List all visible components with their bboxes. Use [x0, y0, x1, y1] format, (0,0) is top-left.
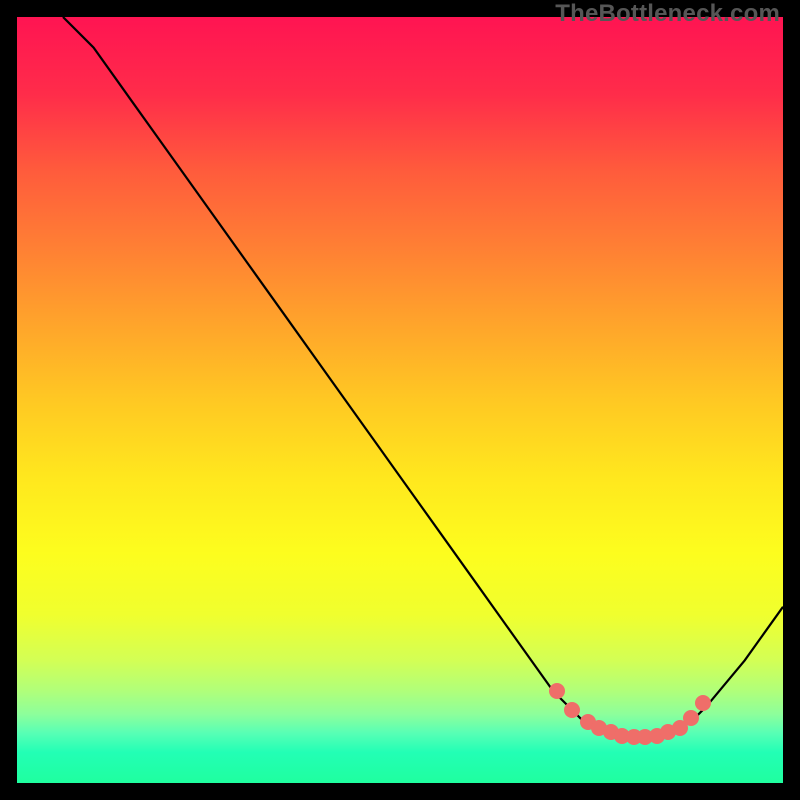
- curve-dot: [564, 702, 580, 718]
- curve-dot: [683, 710, 699, 726]
- curve-dot: [549, 683, 565, 699]
- chart-frame: [17, 17, 783, 783]
- curve-dot: [695, 695, 711, 711]
- watermark: TheBottleneck.com: [555, 0, 780, 28]
- gradient-background: [17, 17, 783, 783]
